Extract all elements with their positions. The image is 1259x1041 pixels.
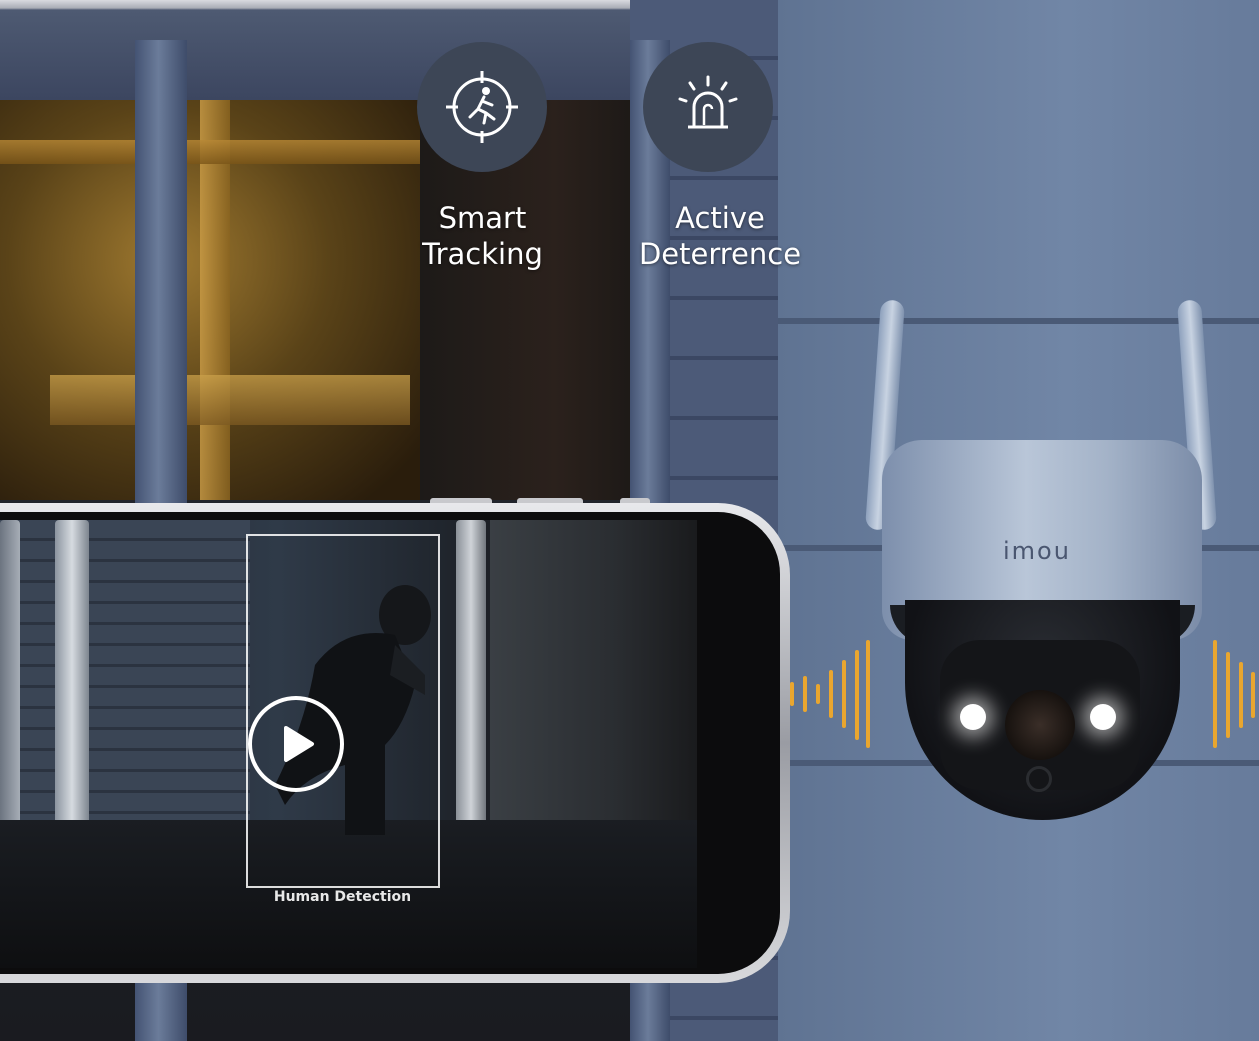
camera-spotlight <box>1090 704 1116 730</box>
play-icon <box>284 726 314 762</box>
play-button[interactable] <box>248 696 344 792</box>
sound-wave-bar <box>803 676 807 712</box>
active-deterrence-badge <box>643 42 773 172</box>
feature-label-line: Tracking <box>422 237 543 271</box>
feature-label-line: Active <box>675 201 765 235</box>
window-frame <box>0 140 420 164</box>
sound-wave-bar <box>1251 672 1255 718</box>
motion-tracking-icon <box>446 71 518 143</box>
sound-wave-bar <box>790 682 794 706</box>
product-scene: Smart Tracking Active Deterrence Human D… <box>0 0 1259 1041</box>
sound-wave-bar <box>1226 652 1230 738</box>
sound-wave-bar <box>1239 662 1243 728</box>
camera-brand-logo: imou <box>1003 537 1071 565</box>
feature-label-line: Deterrence <box>638 237 802 271</box>
camera-spotlight <box>960 704 986 730</box>
feature-label-line: Smart <box>438 201 527 235</box>
window-frame <box>50 375 410 425</box>
camera-feed-screen: Human Detection <box>0 520 697 968</box>
camera-sensor <box>1026 766 1052 792</box>
sound-wave-bar <box>1213 640 1217 748</box>
camera-lens <box>1005 690 1075 760</box>
smart-tracking-label: Smart Tracking <box>400 200 565 272</box>
sound-wave-bar <box>866 640 870 748</box>
active-deterrence-label: Active Deterrence <box>630 200 810 272</box>
sound-wave-bar <box>816 684 820 704</box>
smart-tracking-badge <box>417 42 547 172</box>
siren-alarm-icon <box>678 75 738 129</box>
sound-wave-bar <box>829 670 833 718</box>
sound-wave-bar <box>842 660 846 728</box>
human-detection-label: Human Detection <box>273 889 412 905</box>
sound-wave-bar <box>855 650 859 740</box>
